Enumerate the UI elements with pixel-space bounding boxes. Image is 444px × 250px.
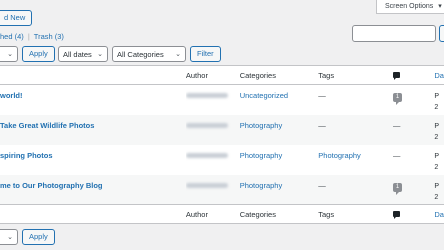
post-title-link[interactable]: spiring Photos	[0, 151, 53, 160]
tags-value: —	[318, 180, 326, 190]
post-status-filters: hed (4) | Trash (3)	[0, 32, 64, 41]
categories-column-footer: Categories	[239, 204, 319, 224]
categories-select[interactable]: All Categories ⌄	[112, 46, 186, 62]
categories-select-value: All Categories	[117, 50, 164, 59]
screen-options-label: Screen Options	[385, 3, 434, 10]
add-new-button[interactable]: d New	[0, 10, 33, 26]
bulk-apply-button[interactable]: Apply	[22, 46, 55, 62]
post-title-link[interactable]: world!	[0, 91, 23, 100]
chevron-down-icon: ⌄	[7, 234, 13, 241]
chevron-down-icon: ⌄	[7, 51, 13, 58]
table-footer-row: Author Categories Tags Da	[0, 204, 444, 224]
comments-column-header[interactable]	[392, 65, 435, 85]
author-link-blurred[interactable]	[185, 182, 228, 188]
bulk-apply-button-bottom[interactable]: Apply	[22, 229, 55, 245]
post-status: P	[434, 182, 440, 190]
post-date: 2	[434, 193, 439, 201]
comment-count-empty: —	[392, 120, 401, 130]
search-input[interactable]	[352, 25, 436, 42]
chevron-down-icon: ⌄	[97, 51, 103, 58]
date-column-footer[interactable]: Da	[434, 204, 444, 224]
chevron-down-icon: ▾	[438, 3, 442, 10]
table-header-row: Author Categories Tags Da	[0, 65, 444, 85]
tags-column-footer: Tags	[318, 204, 393, 224]
comment-count-empty: —	[392, 150, 401, 160]
post-title-link[interactable]: Take Great Wildlife Photos	[0, 121, 94, 130]
published-filter-link[interactable]: hed (4)	[0, 32, 24, 41]
table-row: me to Our Photography Blog Photography —…	[0, 174, 444, 205]
title-column-footer[interactable]	[0, 204, 186, 224]
post-status: P	[434, 93, 440, 100]
author-column-header: Author	[185, 65, 240, 85]
category-link[interactable]: Photography	[240, 181, 283, 190]
dates-select[interactable]: All dates ⌄	[58, 46, 108, 62]
tags-column-header: Tags	[318, 65, 393, 85]
search-posts-button[interactable]	[439, 25, 444, 42]
author-link-blurred[interactable]	[185, 122, 228, 128]
comment-count-bubble[interactable]: 1	[392, 182, 403, 195]
categories-column-header: Categories	[239, 65, 319, 85]
author-link-blurred[interactable]	[185, 93, 228, 98]
post-date: 2	[434, 104, 439, 111]
title-column-header[interactable]	[0, 65, 186, 85]
author-link-blurred[interactable]	[185, 152, 228, 158]
trash-filter-link[interactable]: Trash (3)	[34, 32, 64, 41]
date-column-header[interactable]: Da	[434, 65, 444, 85]
post-status: P	[434, 122, 440, 130]
tags-value: —	[318, 120, 326, 130]
category-link[interactable]: Photography	[240, 121, 283, 130]
tags-value: —	[318, 91, 326, 100]
comment-icon	[392, 211, 400, 219]
post-date: 2	[434, 133, 439, 141]
comment-icon	[392, 72, 400, 80]
bulk-actions-select-bottom[interactable]: ⌄	[0, 229, 18, 245]
filter-button[interactable]: Filter	[190, 46, 221, 62]
category-link[interactable]: Photography	[240, 151, 283, 160]
bulk-actions-select[interactable]: ⌄	[0, 46, 18, 62]
category-link[interactable]: Uncategorized	[240, 91, 288, 100]
table-row: Take Great Wildlife Photos Photography —…	[0, 114, 444, 145]
comment-count-bubble[interactable]: 1	[392, 93, 403, 105]
comments-column-footer[interactable]	[392, 204, 435, 224]
chevron-down-icon: ⌄	[175, 51, 181, 58]
post-status: P	[434, 152, 440, 160]
post-title-link[interactable]: me to Our Photography Blog	[0, 181, 103, 190]
screen-options-button[interactable]: Screen Options ▾	[376, 0, 444, 14]
author-column-footer: Author	[185, 204, 240, 224]
tag-link[interactable]: Photography	[318, 151, 361, 160]
posts-table: Author Categories Tags Da world! Uncateg…	[0, 65, 444, 224]
filter-separator: |	[27, 32, 30, 41]
post-date: 2	[434, 163, 439, 171]
table-row: world! Uncategorized — 1 P 2	[0, 85, 444, 115]
dates-select-value: All dates	[63, 50, 92, 59]
table-row: spiring Photos Photography Photography —…	[0, 145, 444, 175]
